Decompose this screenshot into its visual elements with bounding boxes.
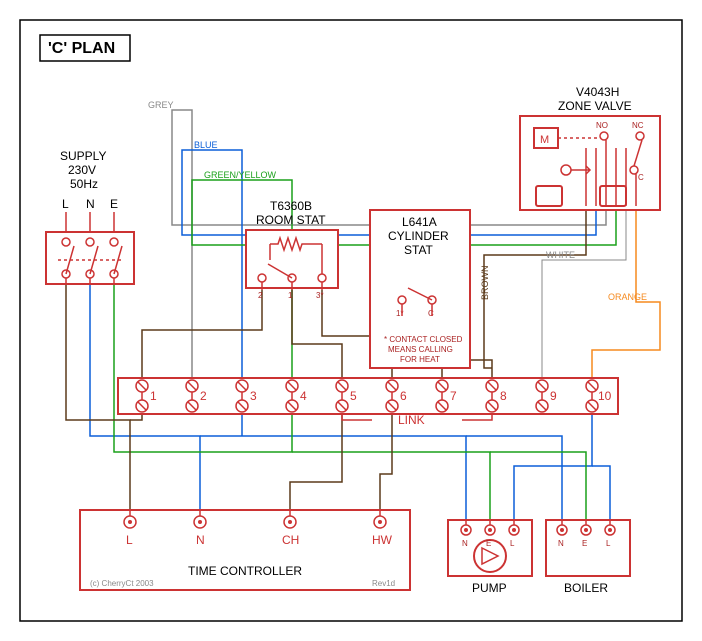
time-controller-block: L N CH HW TIME CONTROLLER (c) CherryCt 2… <box>80 510 410 590</box>
svg-text:N: N <box>462 539 468 548</box>
roomstat-h1: T6360B <box>270 199 312 213</box>
supply-freq: 50Hz <box>70 177 98 191</box>
supply-term-l: L <box>62 197 69 211</box>
wire-blue-label: BLUE <box>194 140 218 150</box>
svg-text:M: M <box>540 134 549 146</box>
wire-green-label: GREEN/YELLOW <box>204 170 277 180</box>
wire-brown-label: BROWN <box>480 266 490 301</box>
cyl-h1: L641A <box>402 215 437 229</box>
svg-text:NO: NO <box>596 121 608 130</box>
roomstat-h2: ROOM STAT <box>256 213 326 227</box>
room-stat-block: T6360B ROOM STAT 2 1 3* <box>246 199 338 300</box>
cylinder-stat-block: L641A CYLINDER STAT 1* C * CONTACT CLOSE… <box>370 210 470 368</box>
svg-text:Rev1d: Rev1d <box>372 579 395 588</box>
supply-term-e: E <box>110 197 118 211</box>
cyl-h2: CYLINDER <box>388 229 449 243</box>
svg-text:FOR HEAT: FOR HEAT <box>400 355 440 364</box>
svg-text:7: 7 <box>450 389 457 403</box>
svg-text:4: 4 <box>300 389 307 403</box>
svg-text:2: 2 <box>200 389 207 403</box>
svg-text:L: L <box>510 539 515 548</box>
valve-h2: ZONE VALVE <box>558 99 632 113</box>
wiring-diagram: 'C' PLAN GREY BLUE GREEN/YELLOW BROWN <box>0 0 702 641</box>
svg-text:(c) CherryCt 2003: (c) CherryCt 2003 <box>90 579 154 588</box>
svg-text:MEANS CALLING: MEANS CALLING <box>388 345 453 354</box>
svg-text:HW: HW <box>372 533 393 547</box>
svg-text:E: E <box>486 539 491 548</box>
svg-text:3: 3 <box>250 389 257 403</box>
svg-text:8: 8 <box>500 389 507 403</box>
svg-text:CH: CH <box>282 533 299 547</box>
junction-strip: 1 2 3 4 5 6 7 8 9 10 <box>118 378 618 414</box>
svg-text:C: C <box>428 309 434 318</box>
svg-text:L: L <box>126 533 133 547</box>
wire-white-label: WHITE <box>546 250 575 260</box>
supply-term-n: N <box>86 197 95 211</box>
svg-text:E: E <box>582 539 587 548</box>
valve-h1: V4043H <box>576 85 619 99</box>
svg-text:9: 9 <box>550 389 557 403</box>
svg-text:1: 1 <box>288 291 293 300</box>
wire-grey-label: GREY <box>148 100 174 110</box>
junction-link-label: LINK <box>398 413 425 427</box>
svg-text:3*: 3* <box>316 291 324 300</box>
cyl-h3: STAT <box>404 243 434 257</box>
time-heading: TIME CONTROLLER <box>188 564 302 578</box>
svg-text:N: N <box>558 539 564 548</box>
svg-text:10: 10 <box>598 389 612 403</box>
supply-voltage: 230V <box>68 163 96 177</box>
svg-text:* CONTACT CLOSED: * CONTACT CLOSED <box>384 335 463 344</box>
svg-text:L: L <box>606 539 611 548</box>
svg-text:6: 6 <box>400 389 407 403</box>
svg-text:5: 5 <box>350 389 357 403</box>
supply-heading: SUPPLY <box>60 149 106 163</box>
boiler-heading: BOILER <box>564 581 608 595</box>
wire-orange-label: ORANGE <box>608 292 647 302</box>
pump-heading: PUMP <box>472 581 507 595</box>
svg-text:2: 2 <box>258 291 263 300</box>
svg-text:NC: NC <box>632 121 644 130</box>
svg-text:C: C <box>638 173 644 182</box>
svg-text:1: 1 <box>150 389 157 403</box>
diagram-title: 'C' PLAN <box>48 40 115 57</box>
svg-text:N: N <box>196 533 205 547</box>
